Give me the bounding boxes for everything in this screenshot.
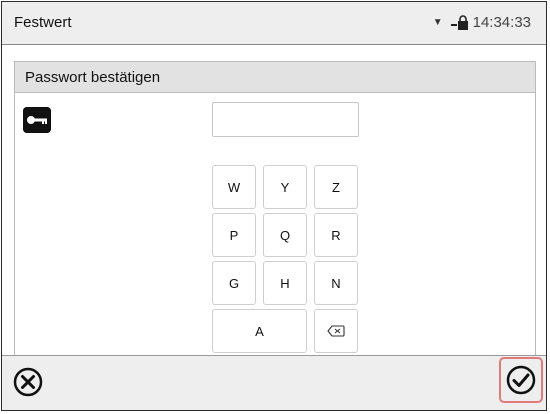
top-bar: Festwert ▼ 14:34:33: [2, 2, 546, 45]
dialog-title: Passwort bestätigen: [25, 69, 161, 86]
key-z[interactable]: Z: [314, 165, 358, 209]
checkmark-icon: [506, 365, 536, 395]
key-r[interactable]: R: [314, 213, 358, 257]
key-icon: [23, 107, 51, 133]
key-w[interactable]: W: [212, 165, 256, 209]
status-area: ▼ 14:34:33: [433, 14, 531, 31]
key-n[interactable]: N: [314, 261, 358, 305]
dropdown-caret-icon[interactable]: ▼: [433, 17, 443, 28]
backspace-key[interactable]: [314, 309, 358, 353]
clock-time: 14:34:33: [472, 14, 531, 31]
lock-icon: [450, 14, 468, 30]
screen-title: Festwert: [14, 14, 72, 31]
confirm-button[interactable]: [499, 357, 543, 403]
dialog-header: Passwort bestätigen: [15, 62, 535, 93]
key-q[interactable]: Q: [263, 213, 307, 257]
key-p[interactable]: P: [212, 213, 256, 257]
key-h[interactable]: H: [263, 261, 307, 305]
backspace-icon: [327, 325, 345, 337]
key-g[interactable]: G: [212, 261, 256, 305]
app-window: Festwert ▼ 14:34:33 Passwort bestätigen …: [1, 1, 547, 411]
key-y[interactable]: Y: [263, 165, 307, 209]
password-dialog: Passwort bestätigen W Y Z P Q R G H N A: [14, 61, 536, 361]
cancel-icon[interactable]: [12, 366, 44, 398]
bottom-bar: [2, 355, 546, 410]
password-input[interactable]: [212, 102, 359, 137]
key-a[interactable]: A: [212, 309, 307, 353]
